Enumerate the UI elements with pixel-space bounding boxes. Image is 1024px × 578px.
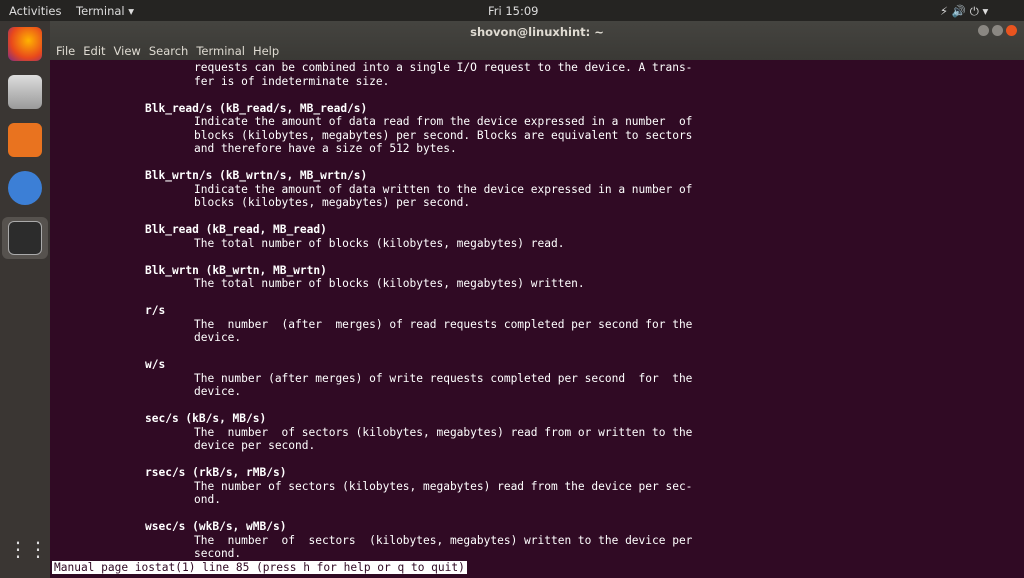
dock: ⋮⋮⋮: [0, 21, 68, 578]
man-entry-heading: w/s: [145, 358, 166, 371]
maximize-button[interactable]: [992, 25, 1003, 36]
terminal-icon[interactable]: [8, 221, 42, 255]
man-entry-text: The number (after merges) of write reque…: [194, 371, 693, 385]
man-entry-text: blocks (kilobytes, megabytes) per second…: [194, 196, 471, 209]
man-entry-text: ond.: [194, 493, 221, 506]
menu-search[interactable]: Search: [149, 44, 189, 58]
man-entry-heading: Blk_wrtn/s (kB_wrtn/s, MB_wrtn/s): [145, 169, 368, 182]
terminal-output[interactable]: Manual page iostat(1) line 85 (press h f…: [50, 60, 1024, 578]
clock[interactable]: Fri 15:09: [488, 4, 539, 18]
man-entry-text: Indicate the amount of data written to t…: [194, 182, 693, 196]
man-entry-text: Indicate the amount of data read from th…: [194, 115, 693, 128]
man-entry-text: blocks (kilobytes, megabytes) per second…: [194, 128, 693, 142]
menu-help[interactable]: Help: [253, 44, 279, 58]
man-entry-text: The number of sectors (kilobytes, megaby…: [194, 425, 693, 439]
activities-button[interactable]: Activities: [9, 4, 61, 18]
firefox-icon[interactable]: [8, 27, 42, 61]
app-menu-button[interactable]: Terminal ▾: [76, 4, 134, 18]
apps-grid-icon[interactable]: ⋮⋮⋮: [8, 537, 68, 571]
man-entry-heading: Blk_wrtn (kB_wrtn, MB_wrtn): [145, 263, 327, 277]
man-entry-text: The total number of blocks (kilobytes, m…: [194, 236, 565, 250]
man-entry-text: The number of sectors (kilobytes, megaby…: [194, 533, 693, 547]
software-icon[interactable]: [8, 123, 42, 157]
minimize-button[interactable]: [978, 25, 989, 36]
man-entry-text: requests can be combined into a single I…: [194, 61, 693, 74]
system-tray[interactable]: ⚡ 🔊 ⏻ ▾: [940, 4, 988, 19]
menu-edit[interactable]: Edit: [83, 44, 105, 58]
man-entry-text: The number (after merges) of read reques…: [194, 317, 693, 331]
menu-file[interactable]: File: [56, 44, 75, 58]
menu-bar: File Edit View Search Terminal Help: [56, 44, 287, 58]
man-entry-text: device.: [194, 385, 242, 398]
window-titlebar: shovon@linuxhint: ~ File Edit View Search Te…: [50, 21, 1024, 60]
man-entry-heading: wsec/s (wkB/s, wMB/s): [145, 520, 287, 533]
menu-terminal[interactable]: Terminal: [196, 44, 245, 58]
man-entry-text: fer is of indeterminate size.: [194, 74, 390, 88]
files-icon[interactable]: [8, 75, 42, 109]
menu-view[interactable]: View: [114, 44, 141, 58]
man-entry-heading: r/s: [145, 304, 166, 317]
man-entry-text: second.: [194, 547, 242, 560]
man-entry-heading: Blk_read (kB_read, MB_read): [145, 223, 327, 236]
man-entry-text: and therefore have a size of 512 bytes.: [194, 142, 457, 155]
man-entry-text: device.: [194, 331, 242, 344]
help-icon[interactable]: [8, 171, 42, 205]
man-entry-heading: rsec/s (rkB/s, rMB/s): [145, 466, 287, 479]
top-bar: Activities Terminal ▾ Fri 15:09 ⚡ 🔊 ⏻ ▾: [0, 0, 1024, 21]
man-entry-text: The number of sectors (kilobytes, megaby…: [194, 479, 693, 493]
close-button[interactable]: [1006, 25, 1017, 36]
man-entry-text: The total number of blocks (kilobytes, m…: [194, 277, 585, 290]
pager-status: Manual page iostat(1) line 85 (press h f…: [52, 561, 467, 574]
man-entry-text: device per second.: [194, 439, 316, 452]
man-entry-heading: Blk_read/s (kB_read/s, MB_read/s): [145, 101, 368, 115]
window-title: shovon@linuxhint: ~: [470, 25, 604, 39]
man-entry-heading: sec/s (kB/s, MB/s): [145, 412, 267, 425]
